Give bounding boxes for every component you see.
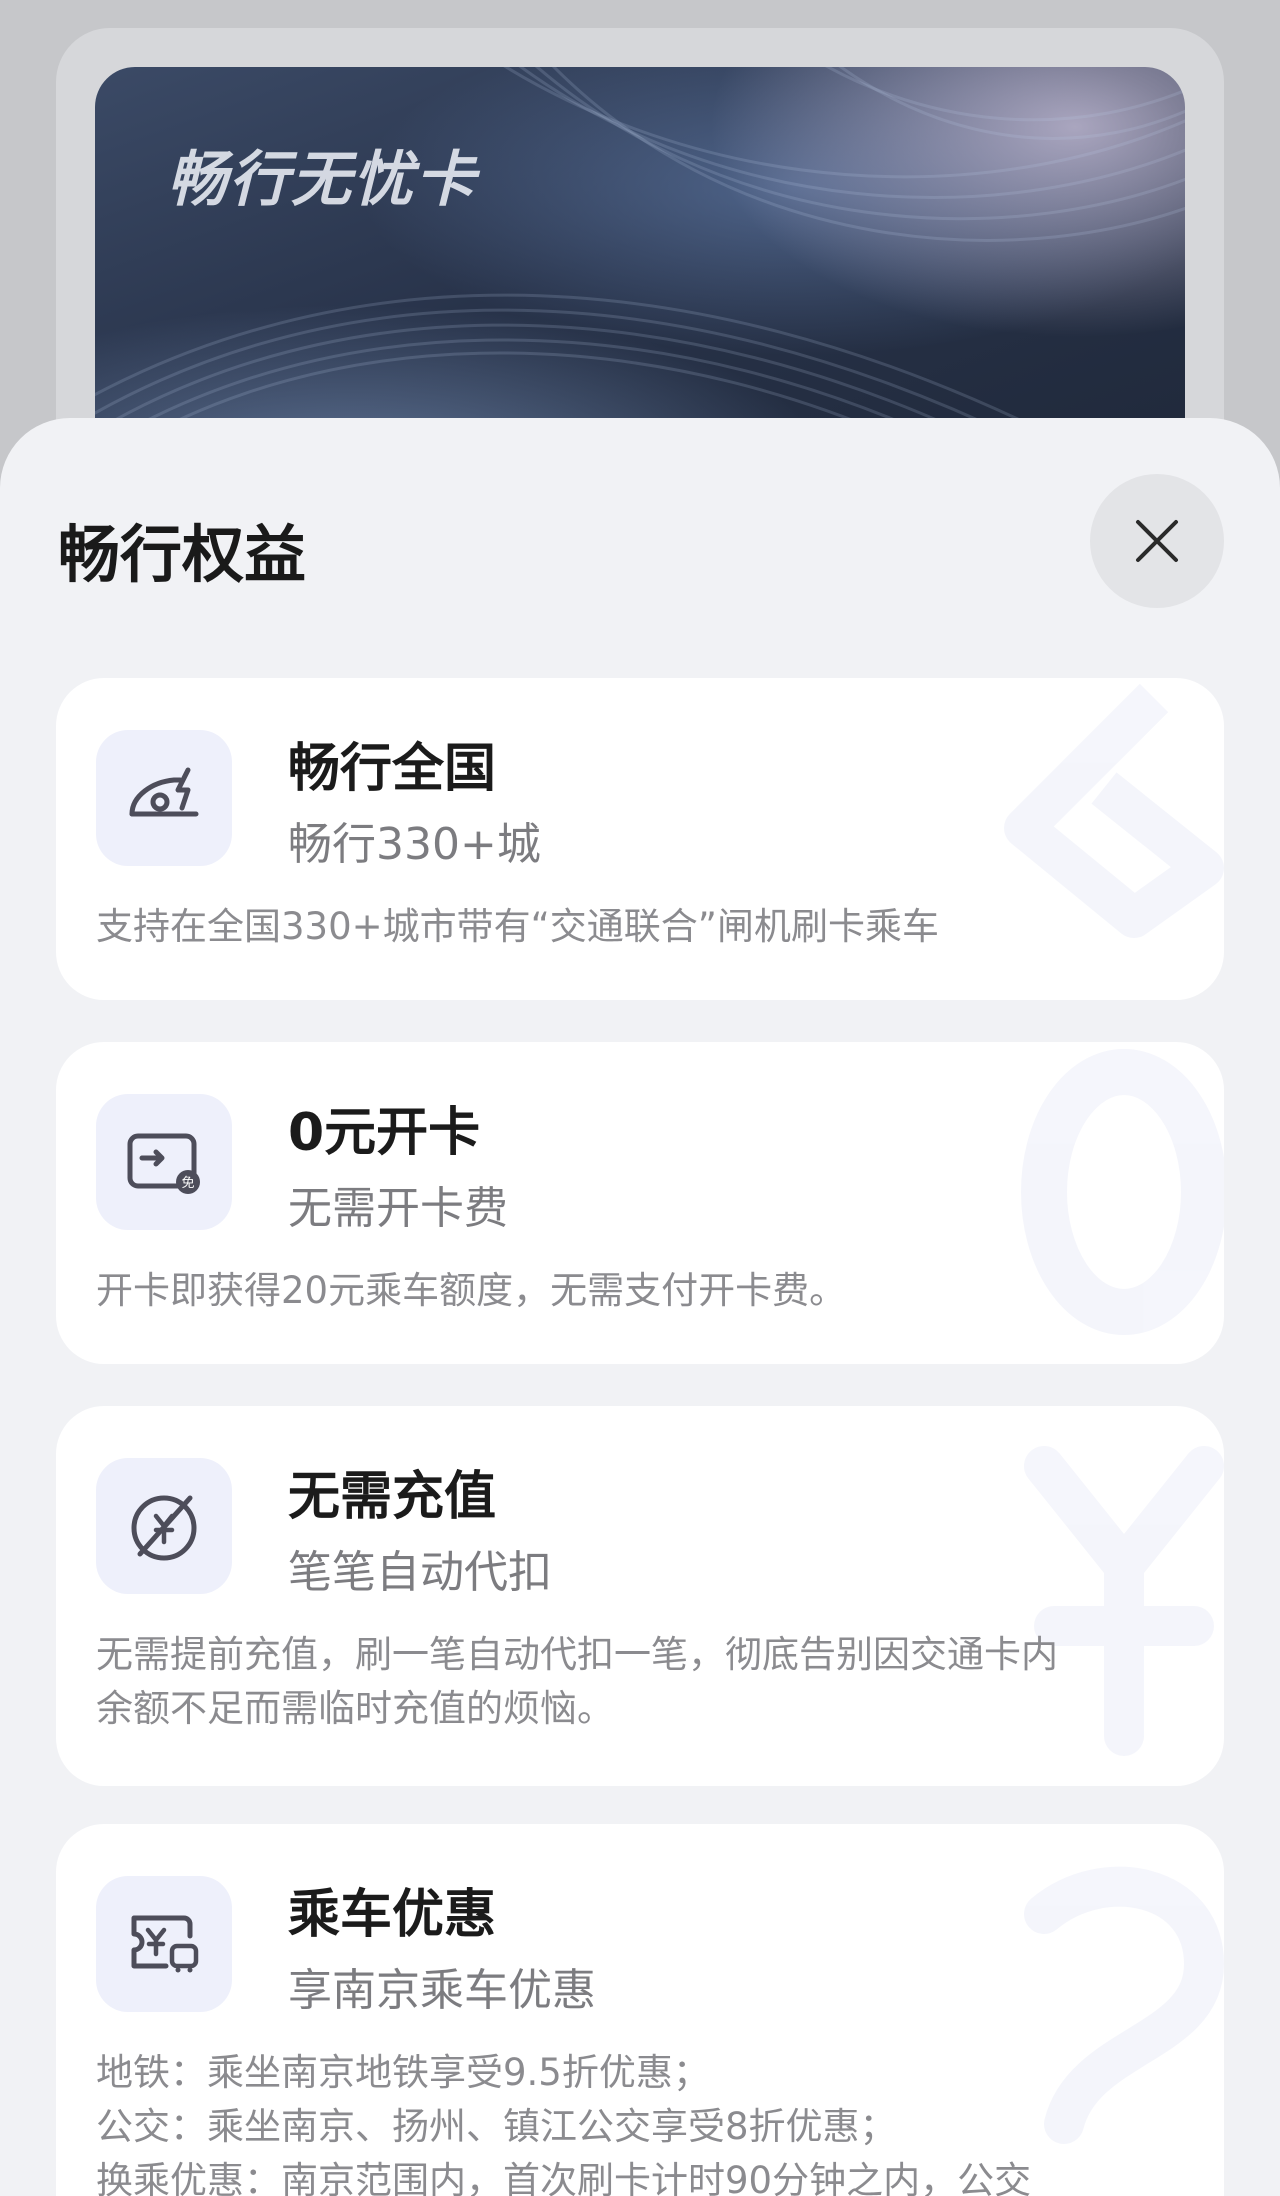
benefit-subtitle: 畅行330+城 (288, 819, 541, 870)
description-line: 余额不足而需临时充值的烦恼。 (96, 1687, 614, 1730)
benefit-title: 无需充值 (288, 1467, 497, 1527)
benefit-card-nationwide[interactable]: 畅行全国 畅行330+城 支持在全国330+城市带有“交通联合”闸机刷卡乘车 (56, 678, 1224, 1000)
svg-text:免: 免 (181, 1176, 194, 1191)
icon-box (96, 730, 232, 866)
close-button[interactable] (1090, 474, 1224, 608)
card-title: 畅行无忧卡 (167, 145, 477, 215)
sheet-title: 畅行权益 (58, 518, 307, 591)
benefit-description: 地铁：乘坐南京地铁享受9.5折优惠； 公交：乘坐南京、扬州、镇江公交享受8折优惠… (96, 2046, 1186, 2196)
free-card-icon: 免 (127, 1133, 200, 1194)
icon-box: 免 (96, 1094, 232, 1230)
description-line: 公交：乘坐南京、扬州、镇江公交享受8折优惠； (96, 2105, 897, 2148)
benefit-description: 开卡即获得20元乘车额度，无需支付开卡费。 (96, 1264, 1186, 1318)
benefit-card-ride-discount[interactable]: 乘车优惠 享南京乘车优惠 地铁：乘坐南京地铁享受9.5折优惠； 公交：乘坐南京、… (56, 1824, 1224, 2196)
description-line: 支持在全国330+城市带有“交通联合”闸机刷卡乘车 (96, 905, 939, 948)
benefit-title: 畅行全国 (288, 739, 497, 799)
icon-box (96, 1876, 232, 2012)
benefit-subtitle: 享南京乘车优惠 (288, 1965, 596, 2016)
benefit-description: 支持在全国330+城市带有“交通联合”闸机刷卡乘车 (96, 900, 1186, 954)
no-recharge-yen-icon (131, 1495, 197, 1561)
benefit-card-free-activation[interactable]: 免 0元开卡 无需开卡费 开卡即获得20元乘车额度，无需支付开卡费。 (56, 1042, 1224, 1364)
benefit-card-no-recharge[interactable]: 无需充值 笔笔自动代扣 无需提前充值，刷一笔自动代扣一笔，彻底告别因交通卡内 余… (56, 1406, 1224, 1786)
icon-box (96, 1458, 232, 1594)
ride-discount-ticket-icon (131, 1915, 199, 1973)
close-icon (1136, 520, 1178, 562)
benefit-title: 乘车优惠 (288, 1885, 497, 1945)
benefit-title: 0元开卡 (288, 1103, 481, 1163)
benefit-subtitle: 笔笔自动代扣 (288, 1547, 552, 1598)
train-lightning-icon (129, 767, 199, 817)
benefit-description: 无需提前充值，刷一笔自动代扣一笔，彻底告别因交通卡内 余额不足而需临时充值的烦恼… (96, 1628, 1186, 1736)
page: 畅行无忧卡 畅行权益 畅行全国 畅行330+城 支持在全国330+城市带有“交通… (0, 0, 1280, 2196)
description-line: 换乘优惠：南京范围内，首次刷卡计时90分钟之内，公交 (96, 2159, 1032, 2196)
benefits-sheet: 畅行权益 畅行全国 畅行330+城 支持在全国330+城市带有“交通联合”闸机刷… (0, 418, 1280, 2196)
description-line: 开卡即获得20元乘车额度，无需支付开卡费。 (96, 1269, 847, 1312)
description-line: 无需提前充值，刷一笔自动代扣一笔，彻底告别因交通卡内 (96, 1633, 1058, 1676)
description-line: 地铁：乘坐南京地铁享受9.5折优惠； (96, 2051, 710, 2094)
benefit-subtitle: 无需开卡费 (288, 1183, 508, 1234)
